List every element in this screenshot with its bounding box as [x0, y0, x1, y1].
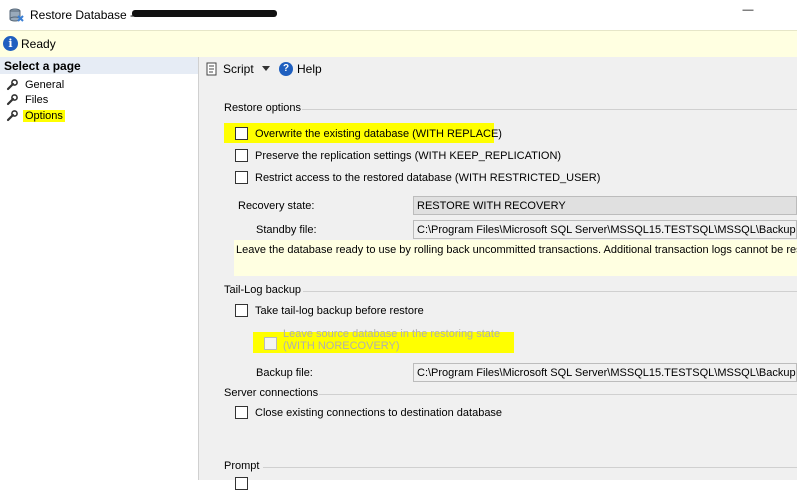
divider	[302, 109, 797, 110]
standby-file-label: Standby file:	[256, 224, 317, 236]
overwrite-option[interactable]: Overwrite the existing database (WITH RE…	[235, 125, 502, 142]
norecovery-label-line1: Leave source database in the restoring s…	[283, 328, 501, 340]
tail-log-checkbox[interactable]	[235, 304, 248, 317]
options-page: Script ? Help Restore options Overwrite …	[199, 57, 797, 490]
overwrite-checkbox[interactable]	[235, 127, 248, 140]
prompt-checkbox[interactable]	[235, 477, 248, 490]
nav-item-label: Files	[25, 94, 49, 106]
nav-item-label: Options	[23, 110, 65, 122]
page-selector-pane: Select a page General Files Options	[0, 57, 199, 480]
minimize-button[interactable]: —	[740, 4, 756, 18]
tail-log-option[interactable]: Take tail-log backup before restore	[235, 302, 424, 319]
info-icon: i	[3, 36, 18, 51]
wrench-icon	[6, 79, 18, 91]
script-icon	[206, 62, 217, 76]
recovery-description: Leave the database ready to use by rolli…	[236, 244, 797, 256]
norecovery-checkbox[interactable]	[264, 337, 277, 350]
recovery-description-panel: Leave the database ready to use by rolli…	[234, 240, 797, 276]
title-bar: Restore Database - —	[0, 0, 797, 30]
status-bar: i Ready	[0, 30, 797, 58]
toolbar: Script ? Help	[199, 57, 797, 83]
redacted-database-name	[132, 10, 277, 17]
prompt-title: Prompt	[224, 460, 260, 472]
close-connections-checkbox[interactable]	[235, 406, 248, 419]
help-icon: ?	[279, 62, 293, 76]
script-button[interactable]: Script	[205, 62, 270, 76]
nav-item-options[interactable]: Options	[6, 108, 65, 124]
restricted-user-checkbox[interactable]	[235, 171, 248, 184]
divider	[319, 394, 797, 395]
window-title: Restore Database -	[30, 8, 135, 22]
close-connections-option[interactable]: Close existing connections to destinatio…	[235, 404, 502, 421]
standby-file-field[interactable]: C:\Program Files\Microsoft SQL Server\MS…	[413, 220, 797, 239]
tail-log-title: Tail-Log backup	[224, 284, 302, 296]
keep-replication-option[interactable]: Preserve the replication settings (WITH …	[235, 147, 561, 164]
nav-item-label: General	[25, 79, 65, 91]
wrench-icon	[6, 94, 18, 106]
divider	[303, 291, 797, 292]
keep-replication-checkbox[interactable]	[235, 149, 248, 162]
server-connections-title: Server connections	[224, 387, 319, 399]
database-restore-icon	[9, 8, 24, 22]
page-selector-header: Select a page	[0, 57, 198, 74]
nav-item-files[interactable]: Files	[6, 92, 50, 108]
help-button[interactable]: ? Help	[279, 62, 322, 76]
restricted-user-option[interactable]: Restrict access to the restored database…	[235, 169, 600, 186]
backup-file-field[interactable]: C:\Program Files\Microsoft SQL Server\MS…	[413, 363, 797, 382]
nav-item-general[interactable]: General	[6, 77, 66, 93]
divider	[263, 467, 797, 468]
recovery-state-select[interactable]: RESTORE WITH RECOVERY	[413, 196, 797, 215]
backup-file-label: Backup file:	[256, 367, 313, 379]
dropdown-arrow-icon[interactable]	[261, 66, 270, 72]
recovery-state-label: Recovery state:	[238, 200, 315, 212]
status-text: Ready	[21, 37, 56, 51]
wrench-icon	[6, 110, 18, 122]
norecovery-label-line2: (WITH NORECOVERY)	[283, 340, 400, 352]
restore-options-title: Restore options	[224, 102, 302, 114]
